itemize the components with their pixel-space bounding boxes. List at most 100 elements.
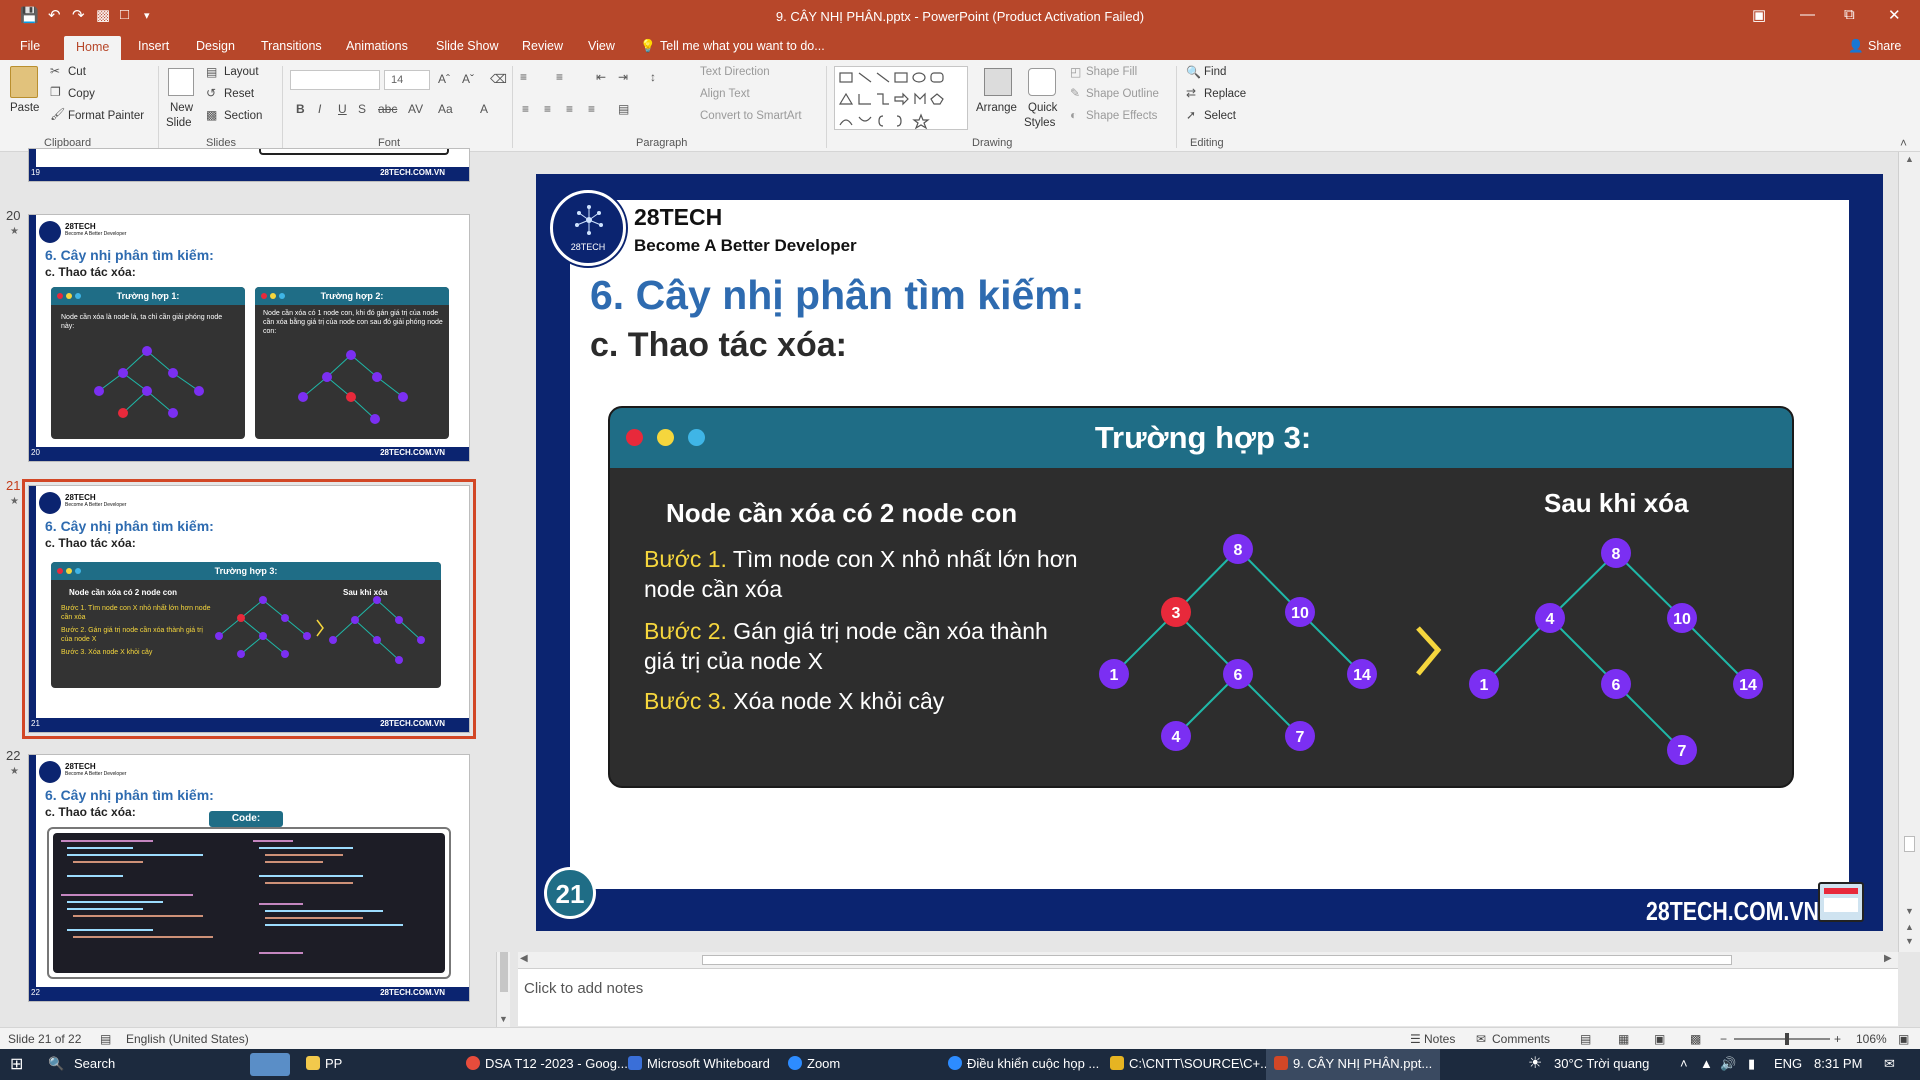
layout-button[interactable]: Layout xyxy=(224,66,259,78)
shape-effects-button[interactable]: Shape Effects xyxy=(1086,110,1157,122)
close-icon[interactable]: ✕ xyxy=(1888,6,1901,24)
taskbar-item-zoom[interactable]: Zoom xyxy=(788,1056,840,1071)
select-button[interactable]: Select xyxy=(1204,110,1236,122)
replace-button[interactable]: Replace xyxy=(1204,88,1246,100)
arrange-button[interactable]: Arrange xyxy=(976,102,1017,114)
tab-file[interactable]: File xyxy=(20,39,40,53)
thumbnail-slide-20[interactable]: 28TECH Become A Better Developer 6. Cây … xyxy=(28,214,470,462)
strikethrough-icon[interactable]: abc xyxy=(378,102,397,116)
slide-sorter-icon[interactable]: ▦ xyxy=(1618,1032,1629,1046)
ribbon-display-icon[interactable]: ▣ xyxy=(1752,6,1766,24)
zoom-slider[interactable] xyxy=(1734,1033,1830,1045)
align-text-button[interactable]: Align Text xyxy=(700,88,750,100)
underline-icon[interactable]: U xyxy=(338,102,347,116)
find-button[interactable]: Find xyxy=(1204,66,1226,78)
windows-start-icon[interactable]: ⊞ xyxy=(10,1054,23,1074)
increase-indent-icon[interactable]: ⇥ xyxy=(618,70,628,84)
align-right-icon[interactable]: ≡ xyxy=(566,102,573,116)
decrease-indent-icon[interactable]: ⇤ xyxy=(596,70,606,84)
input-language[interactable]: ENG xyxy=(1774,1056,1802,1071)
thumbnail-slide-22[interactable]: 28TECH Become A Better Developer 6. Cây … xyxy=(28,754,470,1002)
text-direction-button[interactable]: Text Direction xyxy=(700,66,770,78)
font-color-icon[interactable]: A xyxy=(480,102,488,116)
zoom-level[interactable]: 106% xyxy=(1856,1032,1887,1046)
clear-formatting-icon[interactable]: ⌫ xyxy=(490,72,507,86)
share-button[interactable]: Share xyxy=(1868,39,1901,53)
thumbnail-slide-19[interactable]: 28TECH.COM.VN 19 xyxy=(28,148,470,182)
align-center-icon[interactable]: ≡ xyxy=(544,102,551,116)
thumbnail-slide-21[interactable]: 28TECH Become A Better Developer 6. Cây … xyxy=(22,479,476,739)
cut-button[interactable]: Cut xyxy=(68,66,86,78)
taskbar-search[interactable]: Search xyxy=(74,1056,115,1071)
scroll-left-icon[interactable]: ◀ xyxy=(520,953,528,964)
quick-styles-button-line2[interactable]: Styles xyxy=(1024,117,1055,129)
grow-font-icon[interactable]: Aˆ xyxy=(438,72,450,86)
shapes-gallery[interactable] xyxy=(834,66,968,130)
tell-me-box[interactable]: Tell me what you want to do... xyxy=(660,39,825,53)
character-spacing-icon[interactable]: AV xyxy=(408,102,423,116)
paste-icon[interactable] xyxy=(10,66,38,98)
spelling-icon[interactable]: ▤ xyxy=(100,1032,111,1046)
taskbar-item-explorer[interactable]: C:\CNTT\SOURCE\C+... xyxy=(1110,1056,1271,1071)
notes-placeholder[interactable]: Click to add notes xyxy=(524,980,643,997)
convert-smartart-button[interactable]: Convert to SmartArt xyxy=(700,110,802,122)
slide-canvas[interactable]: 28TECH 28TECH Become A Better Developer … xyxy=(536,174,1883,931)
align-left-icon[interactable]: ≡ xyxy=(522,102,529,116)
notes-pane[interactable]: Click to add notes xyxy=(518,968,1898,1026)
font-name-input[interactable] xyxy=(290,70,380,90)
shadow-icon[interactable]: S xyxy=(358,102,366,116)
format-painter-button[interactable]: Format Painter xyxy=(68,110,144,122)
zoom-slider-handle[interactable] xyxy=(1785,1033,1789,1045)
battery-icon[interactable]: ▮ xyxy=(1748,1056,1755,1072)
quick-styles-button-line1[interactable]: Quick xyxy=(1028,102,1057,114)
fit-slide-icon[interactable]: ▣ xyxy=(1898,1032,1909,1046)
tab-slide-show[interactable]: Slide Show xyxy=(436,39,499,53)
taskbar-item-whiteboard[interactable]: Microsoft Whiteboard xyxy=(628,1056,770,1071)
quick-styles-icon[interactable] xyxy=(1028,68,1056,96)
zoom-out-icon[interactable]: − xyxy=(1720,1032,1727,1046)
scroll-down-icon[interactable]: ▼ xyxy=(1905,906,1914,916)
taskbar-item-powerpoint[interactable]: 9. CÂY NHỊ PHÂN.ppt... xyxy=(1266,1049,1441,1080)
change-case-icon[interactable]: Aa xyxy=(438,102,453,116)
scroll-thumb[interactable] xyxy=(702,955,1732,965)
new-slide-icon[interactable] xyxy=(168,68,194,96)
tab-animations[interactable]: Animations xyxy=(346,39,408,53)
shape-outline-button[interactable]: Shape Outline xyxy=(1086,88,1159,100)
scroll-right-icon[interactable]: ▶ xyxy=(1884,953,1892,964)
language-label[interactable]: English (United States) xyxy=(126,1032,249,1046)
new-slide-button-line1[interactable]: New xyxy=(170,102,193,114)
reading-view-icon[interactable]: ▣ xyxy=(1654,1032,1665,1046)
weather-text[interactable]: 30°C Trời quang xyxy=(1554,1056,1649,1071)
bold-icon[interactable]: B xyxy=(296,102,305,116)
tray-chevron-icon[interactable]: ˄ xyxy=(1680,1056,1688,1071)
scroll-thumb[interactable] xyxy=(1904,836,1915,852)
reset-button[interactable]: Reset xyxy=(224,88,254,100)
minimize-icon[interactable]: — xyxy=(1800,6,1815,23)
notifications-icon[interactable]: ✉ xyxy=(1884,1056,1895,1072)
normal-view-icon[interactable]: ▤ xyxy=(1580,1032,1591,1046)
collapse-ribbon-icon[interactable]: ˄ xyxy=(1900,136,1907,150)
taskbar-item-zoom-meeting[interactable]: Điều khiển cuộc họp ... xyxy=(948,1056,1099,1071)
tab-review[interactable]: Review xyxy=(522,39,563,53)
copy-button[interactable]: Copy xyxy=(68,88,95,100)
tab-insert[interactable]: Insert xyxy=(138,39,169,53)
tab-view[interactable]: View xyxy=(588,39,615,53)
font-size-input[interactable]: 14 xyxy=(384,70,430,90)
paste-button[interactable]: Paste xyxy=(10,102,39,114)
slide-horizontal-scrollbar[interactable]: ◀ ▶ xyxy=(518,952,1898,968)
volume-icon[interactable]: 🔊 xyxy=(1720,1056,1736,1072)
italic-icon[interactable]: I xyxy=(318,102,321,116)
slide-show-icon[interactable]: ▩ xyxy=(1690,1032,1701,1046)
section-button[interactable]: Section xyxy=(224,110,262,122)
notes-button[interactable]: Notes xyxy=(1424,1032,1455,1046)
shrink-font-icon[interactable]: Aˇ xyxy=(462,72,474,86)
scroll-down-icon[interactable]: ▼ xyxy=(499,1014,508,1024)
slide-vertical-scrollbar[interactable]: ▲ ▼ ▲ ▼ xyxy=(1898,152,1920,952)
taskbar-item-chrome[interactable]: DSA T12 -2023 - Goog... xyxy=(466,1056,628,1071)
bullets-icon[interactable]: ≡ xyxy=(520,70,527,84)
taskbar-item-pp[interactable]: PP xyxy=(306,1056,342,1071)
numbering-icon[interactable]: ≡ xyxy=(556,70,563,84)
previous-slide-icon[interactable]: ▲ xyxy=(1905,922,1914,932)
network-icon[interactable]: ▲ xyxy=(1700,1056,1713,1071)
scroll-up-icon[interactable]: ▲ xyxy=(1905,154,1914,164)
